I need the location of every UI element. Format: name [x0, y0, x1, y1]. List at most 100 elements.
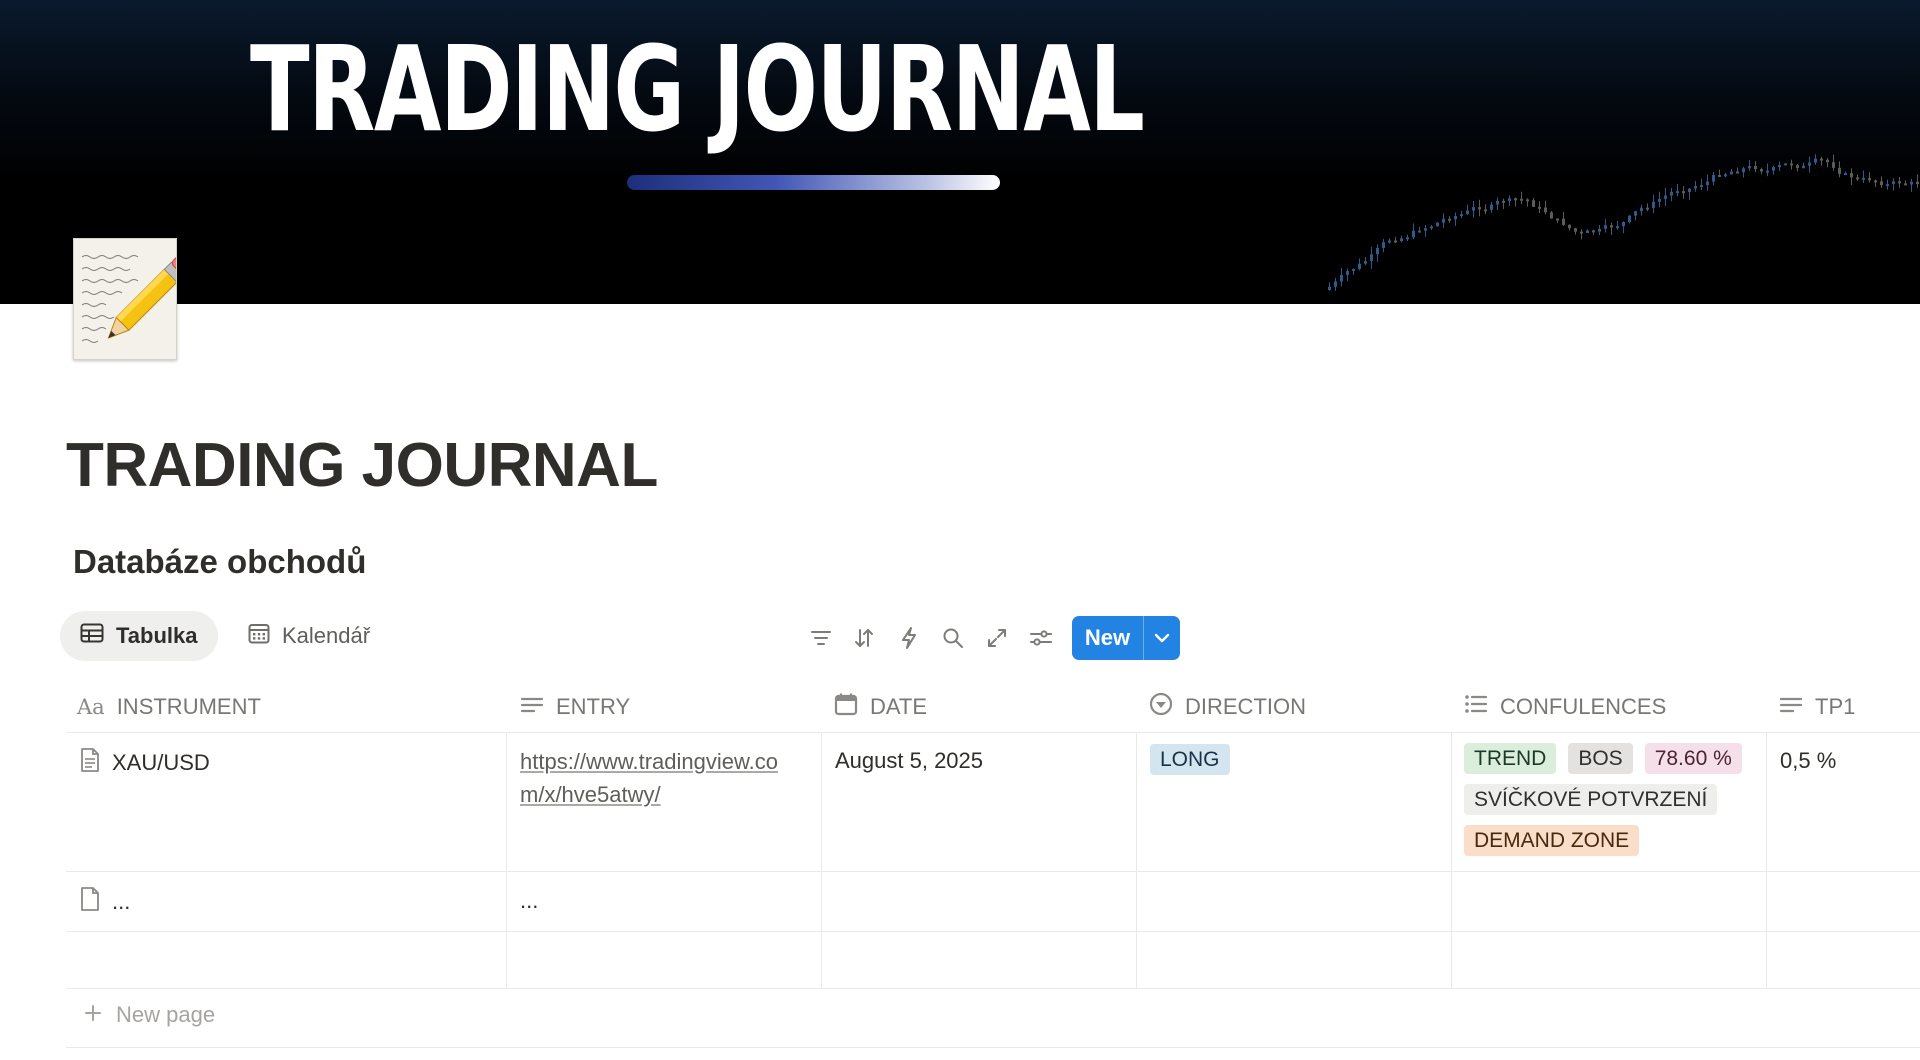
candle-body — [1688, 188, 1691, 193]
candle-body — [1646, 207, 1649, 210]
candle-body — [1880, 181, 1883, 186]
confluence-tag: DEMAND ZONE — [1464, 825, 1640, 856]
column-header-label: DATE — [870, 694, 928, 719]
table-header: Aa INSTRUMENT ENTRY DATE DIRECTION CONFU… — [66, 681, 1920, 733]
new-button[interactable]: New — [1072, 616, 1180, 660]
column-header-date[interactable]: DATE — [834, 681, 927, 733]
new-button-label[interactable]: New — [1072, 616, 1143, 660]
memo-pencil-icon[interactable] — [73, 238, 177, 360]
entry-cell[interactable]: ... — [520, 888, 538, 914]
candle-body — [1664, 195, 1667, 199]
candle-body — [1730, 171, 1733, 175]
candle-body — [1844, 173, 1847, 176]
candle-body — [1484, 209, 1487, 212]
candle-body — [1442, 218, 1445, 223]
new-page-button[interactable]: New page — [84, 1002, 215, 1028]
candle-body — [1490, 204, 1493, 210]
column-header-tp1[interactable]: TP1 — [1779, 681, 1855, 733]
candle-body — [1808, 162, 1811, 166]
candle-body — [1580, 231, 1583, 234]
column-header-instrument[interactable]: Aa INSTRUMENT — [77, 681, 261, 733]
confluence-tag: SVÍČKOVÉ POTVRZENÍ — [1464, 784, 1718, 815]
candle-body — [1520, 198, 1523, 201]
confluences-cell[interactable]: TREND BOS 78.60 % SVÍČKOVÉ POTVRZENÍ DEM… — [1464, 743, 1784, 856]
candle-body — [1400, 238, 1403, 242]
candle-body — [1562, 218, 1565, 225]
page-title[interactable]: TRADING JOURNAL — [66, 430, 658, 501]
table-row[interactable]: ... ... — [66, 872, 1920, 932]
filter-icon[interactable] — [808, 625, 834, 651]
view-tab-table[interactable]: Tabulka — [60, 611, 218, 661]
candle-body — [1436, 222, 1439, 227]
candle-body — [1796, 165, 1799, 169]
table-row[interactable]: XAU/USD https://www.tradingview.com/x/hv… — [66, 733, 1920, 872]
candle-body — [1850, 173, 1853, 178]
candle-body — [1532, 200, 1535, 207]
direction-cell[interactable]: LONG — [1150, 744, 1230, 775]
column-divider — [1451, 733, 1452, 989]
database-title[interactable]: Databáze obchodů — [73, 543, 366, 581]
candle-body — [1412, 230, 1415, 238]
automation-bolt-icon[interactable] — [896, 625, 922, 651]
column-header-confluences[interactable]: CONFULENCES — [1464, 681, 1666, 733]
settings-sliders-icon[interactable] — [1028, 625, 1054, 651]
column-header-label: DIRECTION — [1185, 694, 1306, 719]
candle-body — [1742, 168, 1745, 173]
candle-body — [1610, 225, 1613, 228]
candle-body — [1508, 198, 1511, 202]
candle-body — [1754, 166, 1757, 170]
candle-body — [1376, 247, 1379, 255]
candle-body — [1370, 254, 1373, 262]
expand-icon[interactable] — [984, 625, 1010, 651]
candle-body — [1364, 261, 1367, 264]
candle-body — [1328, 286, 1331, 290]
candle-body — [1418, 230, 1421, 233]
candle-body — [1802, 165, 1805, 169]
candle-body — [1592, 230, 1595, 233]
candle-body — [1832, 162, 1835, 168]
candle-body — [1568, 224, 1571, 229]
title-aa-icon: Aa — [77, 695, 105, 719]
sort-icon[interactable] — [851, 625, 877, 651]
candle-body — [1682, 191, 1685, 194]
candle-body — [1676, 191, 1679, 194]
column-divider — [821, 733, 822, 989]
candle-body — [1544, 207, 1547, 213]
view-tab-label: Kalendář — [282, 623, 371, 648]
candle-body — [1700, 185, 1703, 188]
instrument-cell[interactable]: ... — [80, 886, 130, 918]
candle-body — [1514, 198, 1517, 201]
database-table: Aa INSTRUMENT ENTRY DATE DIRECTION CONFU… — [66, 681, 1920, 989]
candle-body — [1478, 207, 1481, 210]
candle-body — [1826, 159, 1829, 163]
entry-link[interactable]: https://www.tradingview.com/x/hve5atwy/ — [520, 745, 800, 811]
tp1-cell[interactable]: 0,5 % — [1780, 748, 1836, 774]
cover-candlestick-chart — [1328, 154, 1919, 291]
search-icon[interactable] — [940, 625, 966, 651]
candle-body — [1448, 218, 1451, 221]
candle-body — [1616, 226, 1619, 229]
date-cell[interactable]: August 5, 2025 — [835, 748, 983, 774]
candle-body — [1652, 201, 1655, 208]
candle-body — [1640, 207, 1643, 212]
instrument-value: XAU/USD — [112, 750, 210, 775]
candle-body — [1916, 181, 1919, 185]
candle-body — [1670, 191, 1673, 196]
candle-body — [1712, 175, 1715, 182]
chevron-down-icon[interactable] — [1144, 616, 1180, 660]
column-header-entry[interactable]: ENTRY — [520, 681, 630, 733]
candle-body — [1550, 212, 1553, 219]
candle-body — [1862, 177, 1865, 180]
candle-body — [1718, 175, 1721, 178]
candle-body — [1898, 181, 1901, 184]
candle-body — [1472, 207, 1475, 211]
candle-body — [1820, 158, 1823, 161]
candle-body — [1538, 206, 1541, 209]
view-tab-calendar[interactable]: Kalendář — [228, 611, 390, 661]
instrument-cell[interactable]: XAU/USD — [80, 747, 210, 779]
column-header-direction[interactable]: DIRECTION — [1149, 681, 1306, 733]
table-row-empty[interactable] — [66, 932, 1920, 989]
text-lines-icon — [520, 694, 544, 720]
candle-body — [1454, 215, 1457, 220]
candle-body — [1892, 181, 1895, 185]
